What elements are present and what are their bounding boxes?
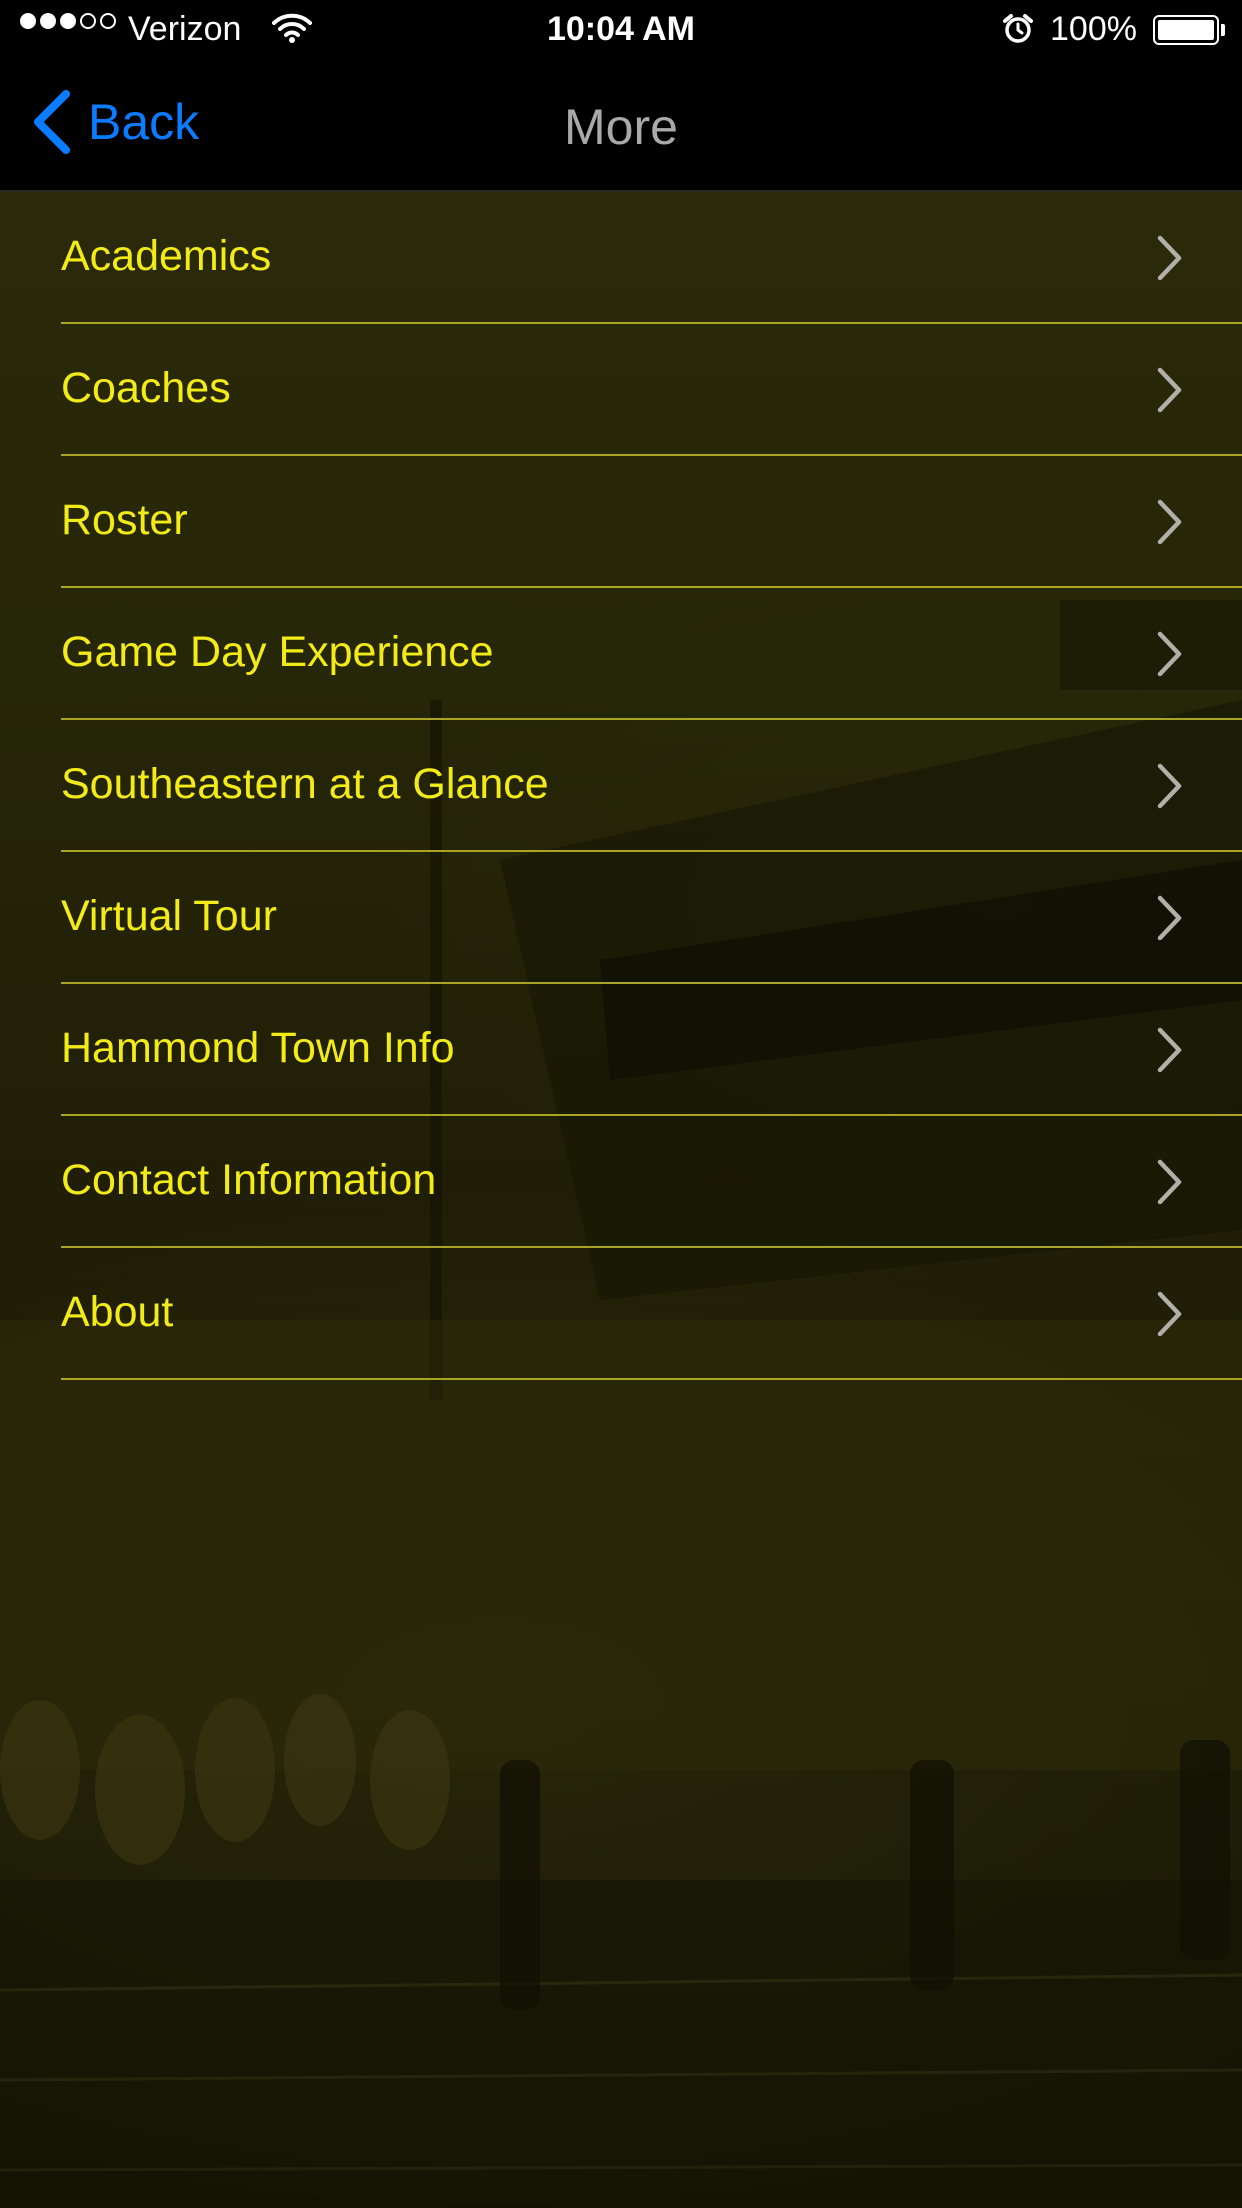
- page-title: More: [564, 99, 678, 155]
- menu-item-game-day-experience[interactable]: Game Day Experience: [0, 588, 1242, 720]
- menu-item-label: Academics: [61, 232, 272, 280]
- chevron-right-icon: [1157, 1291, 1182, 1337]
- chevron-right-icon: [1157, 895, 1182, 941]
- chevron-right-icon: [1157, 631, 1182, 677]
- battery-tip: [1221, 24, 1225, 36]
- menu-item-southeastern-at-a-glance[interactable]: Southeastern at a Glance: [0, 720, 1242, 852]
- more-menu-list: Academics Coaches Roster Game Day Experi…: [0, 192, 1242, 1380]
- alarm-clock-icon: [1002, 13, 1034, 54]
- battery-percentage: 100%: [1050, 10, 1137, 48]
- menu-item-coaches[interactable]: Coaches: [0, 324, 1242, 456]
- menu-item-label: About: [61, 1288, 174, 1336]
- menu-item-contact-information[interactable]: Contact Information: [0, 1116, 1242, 1248]
- menu-item-virtual-tour[interactable]: Virtual Tour: [0, 852, 1242, 984]
- chevron-right-icon: [1157, 367, 1182, 413]
- menu-item-label: Game Day Experience: [61, 628, 494, 676]
- chevron-right-icon: [1157, 499, 1182, 545]
- chevron-right-icon: [1157, 1027, 1182, 1073]
- menu-item-academics[interactable]: Academics: [0, 192, 1242, 324]
- menu-item-roster[interactable]: Roster: [0, 456, 1242, 588]
- battery-icon: [1153, 15, 1219, 45]
- menu-item-label: Southeastern at a Glance: [61, 760, 549, 808]
- menu-item-about[interactable]: About: [0, 1248, 1242, 1380]
- menu-item-label: Hammond Town Info: [61, 1024, 455, 1072]
- menu-item-hammond-town-info[interactable]: Hammond Town Info: [0, 984, 1242, 1116]
- chevron-right-icon: [1157, 235, 1182, 281]
- chevron-right-icon: [1157, 1159, 1182, 1205]
- menu-item-label: Coaches: [61, 364, 231, 412]
- menu-item-label: Roster: [61, 496, 188, 544]
- navigation-bar: Back More: [0, 62, 1242, 192]
- status-bar: Verizon 10:04 AM 100%: [0, 0, 1242, 62]
- menu-item-label: Virtual Tour: [61, 892, 277, 940]
- chevron-right-icon: [1157, 763, 1182, 809]
- menu-item-label: Contact Information: [61, 1156, 437, 1204]
- battery-level-fill: [1158, 20, 1214, 40]
